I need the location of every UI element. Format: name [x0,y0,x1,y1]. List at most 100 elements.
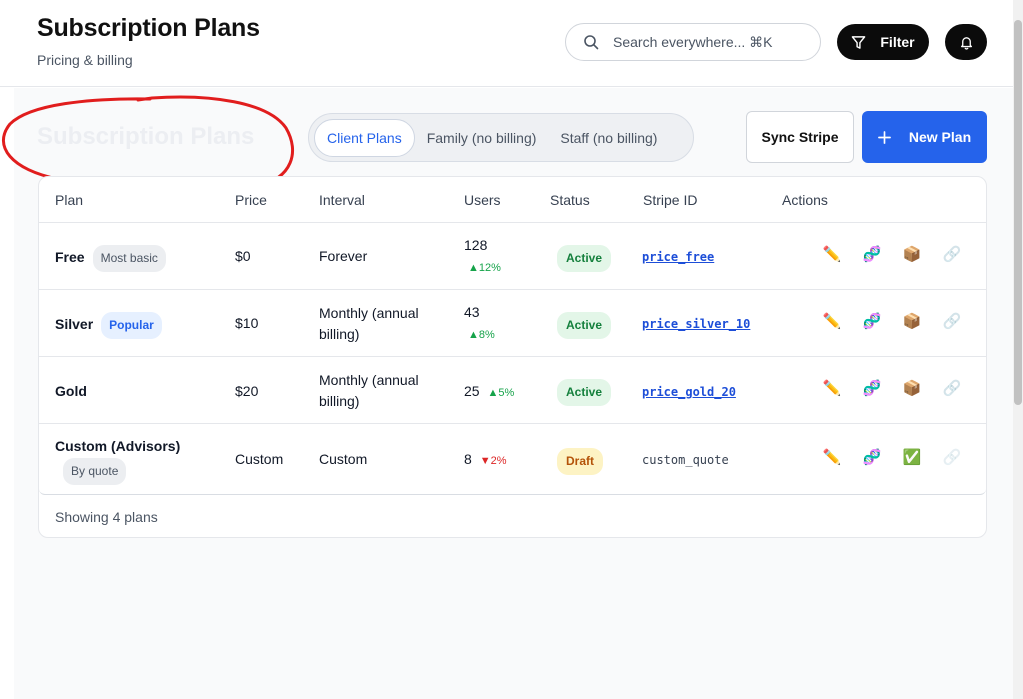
col-stripe-id: Stripe ID [643,192,698,208]
users-trend: ▼2% [479,455,507,467]
status-cell: Active [557,312,612,339]
search-box[interactable] [565,23,821,61]
new-plan-label: New Plan [908,129,972,145]
status-badge: Active [557,245,612,272]
table-header: Plan Price Interval Users Status Stripe … [39,177,986,223]
section-title-faded: Subscription Plans [37,123,255,150]
status-cell: Active [557,379,612,406]
page-title: Subscription Plans [37,14,260,42]
status-badge: Active [557,312,612,339]
dna-icon[interactable]: 🧬 [863,245,882,263]
plus-icon [877,130,891,144]
plan-cell: Gold [55,381,87,402]
users-cell: 128 [464,237,488,253]
col-actions: Actions [782,192,828,208]
col-interval: Interval [319,192,365,208]
interval-cell: Forever [319,248,368,264]
stripe-id-cell: price_silver_10 [642,313,750,335]
interval-cell: Monthly (annual billing) [319,305,419,342]
col-users: Users [464,192,501,208]
status-badge: Draft [557,448,604,475]
interval-cell: Custom [319,451,368,467]
price-cell: $10 [235,315,259,331]
filter-icon [852,35,866,49]
row-actions: ✏️ 🧬 📦 🔗 [823,379,973,401]
row-actions: ✏️ 🧬 📦 🔗 [823,245,973,267]
edit-icon[interactable]: ✏️ [823,379,842,397]
row-actions: ✏️ 🧬 📦 🔗 [823,312,973,334]
plan-badge: Popular [101,312,162,339]
plan-type-tabs: Client Plans Family (no billing) Staff (… [308,113,694,162]
plan-name: Silver [55,316,94,332]
tab-staff[interactable]: Staff (no billing) [548,119,669,157]
bell-icon [960,36,972,50]
package-icon[interactable]: 📦 [903,245,922,263]
interval-cell: Monthly (annual billing) [319,372,419,409]
plan-badge: Most basic [92,245,166,272]
table-row: Silver Popular $10 Monthly (annual billin… [39,290,986,357]
check-icon[interactable]: ✅ [903,448,922,466]
edit-icon[interactable]: ✏️ [823,448,842,466]
stripe-id-text: custom_quote [642,453,729,467]
users-cell: 43 [464,304,480,320]
plan-name: Gold [55,383,87,399]
users-cell: 25 ▲5% [464,381,514,404]
plans-card: Plan Price Interval Users Status Stripe … [38,176,987,538]
tab-family[interactable]: Family (no billing) [415,119,549,157]
link-icon[interactable]: 🔗 [943,448,962,466]
price-cell: $20 [235,383,259,399]
package-icon[interactable]: 📦 [903,379,922,397]
col-status: Status [550,192,590,208]
stripe-id-link[interactable]: price_free [642,250,714,264]
dna-icon[interactable]: 🧬 [863,312,882,330]
table-row: Free Most basic $0 Forever 128 ▲12% Activ… [39,223,986,290]
link-icon[interactable]: 🔗 [943,245,962,263]
stripe-id-cell: price_gold_20 [642,381,736,403]
stripe-id-cell: custom_quote [642,449,729,471]
search-icon [584,35,599,50]
users-trend: ▲12% [468,262,501,274]
edit-icon[interactable]: ✏️ [823,312,842,330]
package-icon[interactable]: 📦 [903,312,922,330]
notifications-button[interactable] [945,24,987,60]
plan-name: Free [55,249,85,265]
tab-client-plans[interactable]: Client Plans [314,118,415,157]
col-plan: Plan [55,192,84,208]
plan-cell: Custom (Advisors) By quote [55,436,180,485]
plan-name: Custom (Advisors) [55,438,181,454]
users-cell: 8 ▼2% [464,449,506,472]
filter-button[interactable]: Filter [837,24,929,60]
stripe-id-link[interactable]: price_silver_10 [642,317,750,331]
page-header: Subscription Plans Pricing & billing Fil… [0,0,1013,87]
sync-stripe-button[interactable]: Sync Stripe [746,111,854,163]
plan-cell: Free Most basic [55,245,166,272]
link-icon[interactable]: 🔗 [943,312,962,330]
row-actions: ✏️ 🧬 ✅ 🔗 [823,448,973,470]
plan-badge: By quote [63,458,127,485]
link-icon[interactable]: 🔗 [943,379,962,397]
users-count: 8 [464,451,472,467]
stripe-id-cell: price_free [642,246,714,268]
price-cell: $0 [235,248,251,264]
plan-cell: Silver Popular [55,312,162,339]
new-plan-button[interactable]: New Plan [862,111,987,163]
price-cell: Custom [235,451,284,467]
dna-icon[interactable]: 🧬 [863,379,882,397]
dna-icon[interactable]: 🧬 [863,448,882,466]
filter-label: Filter [880,34,915,50]
plans-table: Plan Price Interval Users Status Stripe … [39,177,986,495]
status-cell: Active [557,245,612,272]
table-row: Gold $20 Monthly (annual billing) 25 ▲5%… [39,357,986,424]
table-row: Custom (Advisors) By quote Custom Custom… [39,424,986,494]
stripe-id-link[interactable]: price_gold_20 [642,385,736,399]
status-cell: Draft [557,448,604,475]
users-trend: ▲8% [468,329,495,341]
search-input[interactable] [613,34,813,50]
users-count: 25 [464,383,480,399]
page-scrollbar[interactable] [1013,0,1023,699]
edit-icon[interactable]: ✏️ [823,245,842,263]
page-subtitle: Pricing & billing [37,52,133,68]
status-badge: Active [557,379,612,406]
users-trend: ▲5% [487,387,515,399]
scrollbar-thumb[interactable] [1014,20,1022,405]
